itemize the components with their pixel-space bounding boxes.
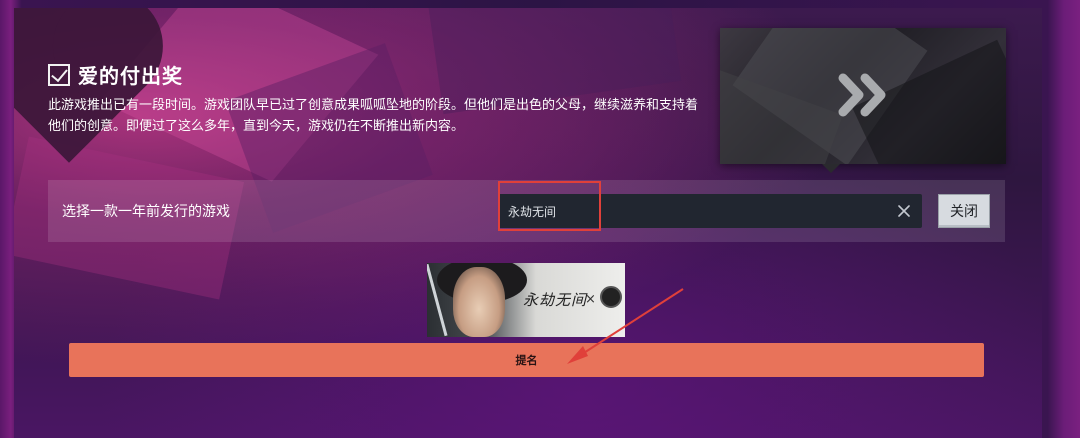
close-button[interactable]: 关闭 bbox=[938, 194, 990, 228]
preview-pointer bbox=[822, 164, 840, 173]
game-logo-text: 永劫无间 bbox=[523, 291, 588, 309]
double-chevron-right-icon bbox=[836, 70, 896, 120]
close-icon[interactable] bbox=[894, 201, 914, 221]
award-description: 此游戏推出已有一段时间。游戏团队早已过了创意成果呱呱坠地的阶段。但他们是出色的父… bbox=[48, 98, 699, 134]
collab-mark: × bbox=[585, 292, 596, 307]
award-header: 爱的付出奖 bbox=[48, 60, 183, 89]
award-title: 爱的付出奖 bbox=[78, 64, 183, 88]
annotation-highlight-box bbox=[498, 181, 601, 231]
award-preview-card bbox=[720, 28, 1006, 164]
award-panel: 爱的付出奖 此游戏推出已有一段时间。游戏团队早已过了创意成果呱呱坠地的阶段。但他… bbox=[14, 8, 1042, 438]
game-capsule-image: 永劫无间 × bbox=[427, 263, 625, 337]
selector-label: 选择一款一年前发行的游戏 bbox=[62, 204, 230, 220]
character-face-graphic bbox=[453, 267, 505, 337]
partner-seal-icon bbox=[600, 286, 622, 308]
nominate-button[interactable]: 提名 bbox=[69, 343, 984, 377]
checkbox-checked-icon bbox=[48, 63, 70, 86]
